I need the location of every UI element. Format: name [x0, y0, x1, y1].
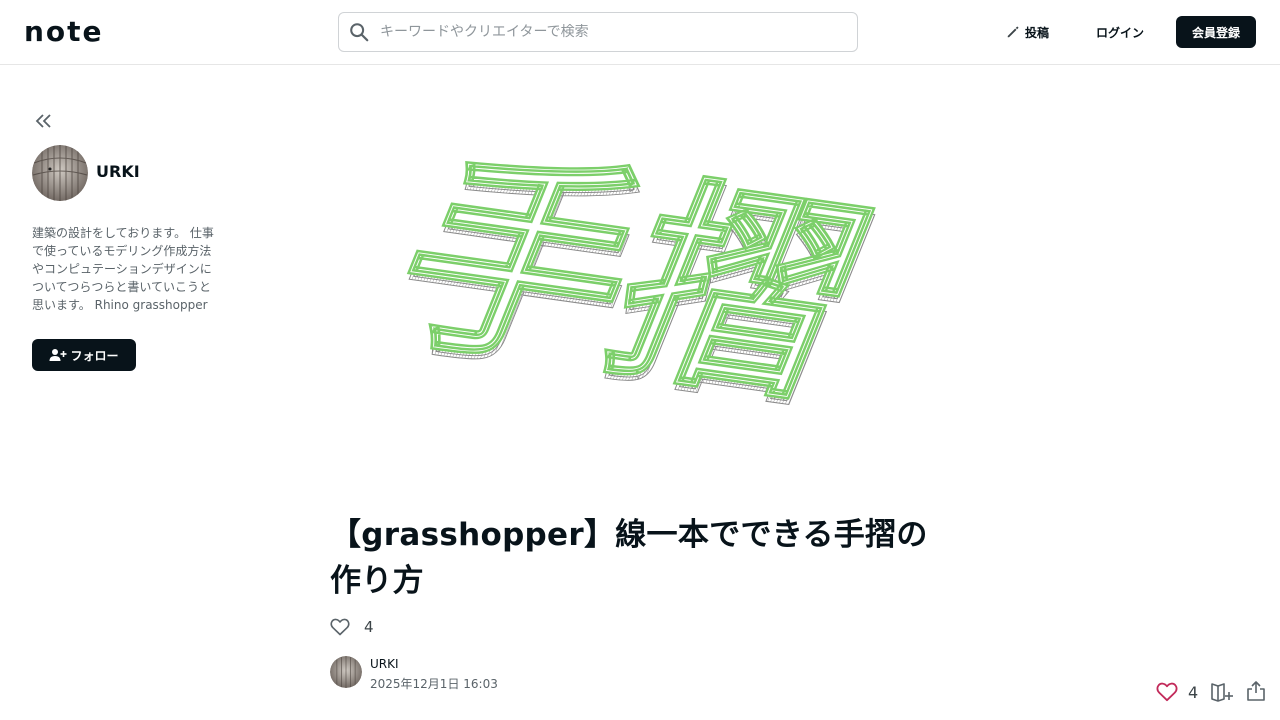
author-avatar[interactable]: [32, 145, 88, 201]
magazine-add-icon[interactable]: [1210, 681, 1234, 703]
post-button[interactable]: 投稿: [1000, 18, 1055, 46]
floating-like-count: 4: [1188, 682, 1199, 702]
heart-icon[interactable]: [330, 618, 350, 636]
like-count: 4: [364, 618, 374, 636]
svg-text:note: note: [24, 19, 104, 45]
search-input[interactable]: [380, 24, 820, 40]
author-bio: 建築の設計をしております。 仕事 で使っているモデリング作成方法 やコンピュテー…: [32, 226, 214, 312]
sidebar-author-name[interactable]: URKI: [96, 162, 140, 181]
login-button[interactable]: ログイン: [1086, 18, 1154, 46]
user-plus-icon: [49, 349, 67, 361]
pencil-icon: [1007, 26, 1019, 38]
avatar-image: [32, 145, 88, 201]
share-icon[interactable]: [1246, 680, 1266, 702]
heart-icon: [1156, 682, 1178, 702]
avatar-image: [330, 656, 362, 688]
follow-button-label: フォロー: [70, 348, 119, 363]
article-hero-image: 手摺 手摺: [360, 125, 897, 439]
search-icon: [350, 23, 369, 42]
byline-author-name[interactable]: URKI: [370, 657, 399, 671]
login-button-label: ログイン: [1096, 25, 1145, 40]
site-header: note 投稿 ログイン 会員登録: [0, 0, 1280, 65]
article-like-row: 4: [330, 616, 374, 638]
byline-avatar[interactable]: [330, 656, 362, 688]
note-logo[interactable]: note: [24, 19, 124, 45]
signup-button[interactable]: 会員登録: [1176, 16, 1256, 48]
floating-like-button[interactable]: 4: [1156, 682, 1198, 702]
post-button-label: 投稿: [1025, 25, 1050, 40]
follow-button[interactable]: フォロー: [32, 339, 136, 371]
search-box[interactable]: [338, 12, 858, 52]
article-title: 【grasshopper】線一本でできる手摺の作り方: [330, 517, 928, 599]
signup-button-label: 会員登録: [1191, 25, 1240, 40]
publish-date: 2025年12月1日 16:03: [370, 677, 498, 691]
double-chevron-left-icon[interactable]: [34, 112, 54, 130]
